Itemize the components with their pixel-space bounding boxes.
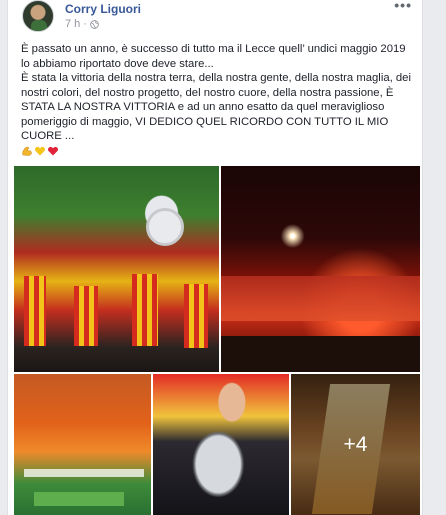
- photo-man-with-trophy[interactable]: [153, 374, 289, 515]
- post-header: Corry Liguori 7 h · •••: [21, 0, 412, 36]
- photo-grid: +4: [14, 166, 420, 515]
- flexed-biceps-icon: [22, 146, 32, 156]
- post-card: Corry Liguori 7 h · ••• È passato un ann…: [7, 0, 423, 515]
- photo-stadium-confetti[interactable]: [14, 374, 151, 515]
- yellow-heart-icon: [34, 146, 46, 155]
- scrollbar[interactable]: [423, 0, 446, 515]
- avatar[interactable]: [22, 0, 54, 32]
- post-text-line-2: È stata la vittoria della nostra terra, …: [21, 72, 411, 142]
- emoji-row: [21, 145, 416, 157]
- red-heart-icon: [47, 146, 59, 155]
- author-name[interactable]: Corry Liguori: [65, 2, 141, 16]
- post-text-line-1: È passato un anno, è successo di tutto m…: [21, 43, 406, 70]
- photo-fireworks-square[interactable]: [221, 166, 420, 372]
- photo-more[interactable]: +4: [291, 374, 420, 515]
- post-text: È passato un anno, è successo di tutto m…: [21, 42, 416, 157]
- globe-icon[interactable]: [90, 19, 99, 29]
- more-photos-count[interactable]: +4: [291, 374, 420, 515]
- photo-team-celebration[interactable]: [14, 166, 219, 372]
- post-meta: 7 h ·: [65, 18, 99, 30]
- more-options-icon[interactable]: •••: [394, 0, 412, 13]
- post-time[interactable]: 7 h: [65, 18, 80, 30]
- trophy-shape: [146, 208, 184, 246]
